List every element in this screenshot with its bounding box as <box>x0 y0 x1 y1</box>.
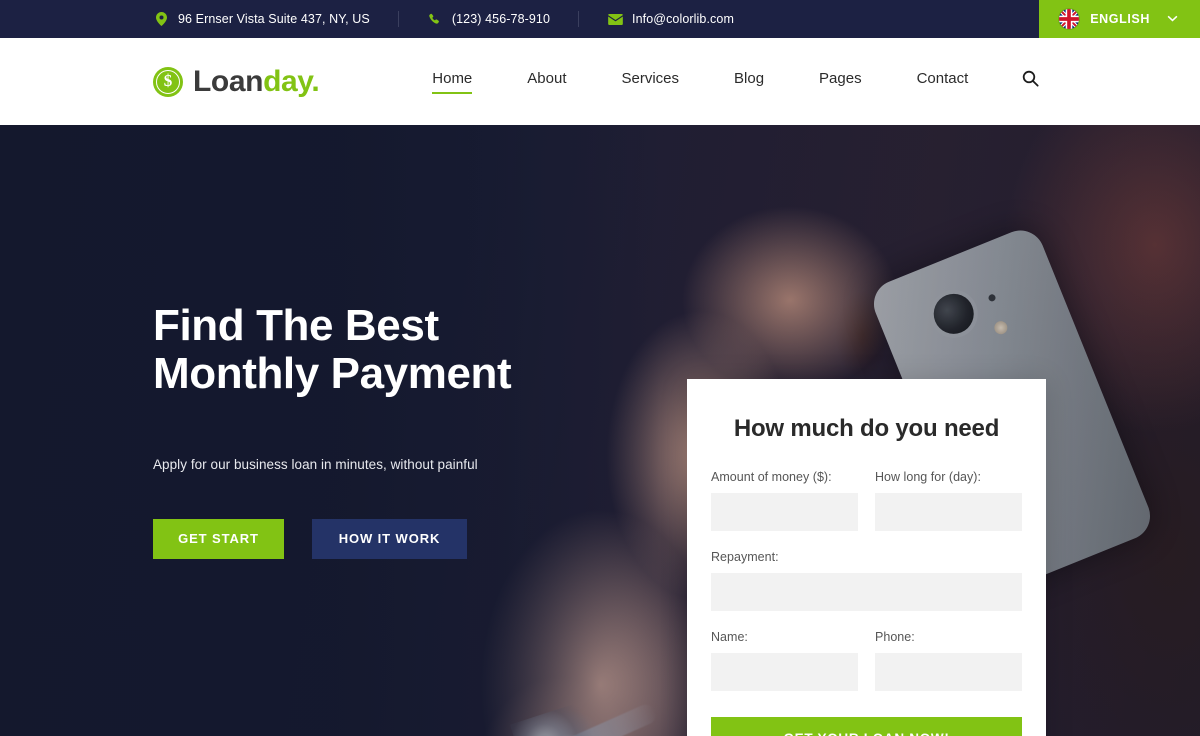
language-label: ENGLISH <box>1090 12 1150 26</box>
chevron-down-icon <box>1167 14 1178 25</box>
top-bar: 96 Ernser Vista Suite 437, NY, US (123) … <box>0 0 1200 38</box>
hero-button-group: GET START HOW IT WORK <box>153 518 673 559</box>
repayment-field[interactable] <box>711 573 1022 611</box>
topbar-divider-2 <box>578 11 580 27</box>
hero-title-line-1: Find The Best <box>153 301 439 351</box>
phone-field[interactable] <box>875 653 1022 691</box>
hero-subtitle: Apply for our business loan in minutes, … <box>153 456 478 472</box>
name-field[interactable] <box>711 653 858 691</box>
amount-field-label: Amount of money ($): <box>711 470 832 484</box>
how-it-work-button[interactable]: HOW IT WORK <box>312 518 467 559</box>
map-pin-icon <box>153 11 169 27</box>
top-bar-contact-group: 96 Ernser Vista Suite 437, NY, US (123) … <box>0 0 734 38</box>
name-field-label: Name: <box>711 630 748 644</box>
logo-text-primary: Loan <box>193 64 264 98</box>
phone-field-group: Phone: <box>875 630 1022 691</box>
amount-field[interactable] <box>711 493 858 531</box>
site-header: $ Loanday. Home About Services Blog Page… <box>0 38 1200 125</box>
name-field-group: Name: <box>711 630 858 691</box>
topbar-phone-text: (123) 456-78-910 <box>451 12 551 26</box>
form-title: How much do you need <box>733 415 1000 442</box>
nav-item-about[interactable]: About <box>527 70 566 94</box>
search-icon[interactable] <box>1022 70 1039 93</box>
hero-title-line-2: Monthly Payment <box>153 348 512 398</box>
nav-item-services[interactable]: Services <box>621 70 679 94</box>
nav-item-home[interactable]: Home <box>432 70 473 94</box>
language-selector[interactable]: ENGLISH <box>1039 0 1200 38</box>
repayment-field-label: Repayment: <box>711 550 779 564</box>
topbar-email[interactable]: Info@colorlib.com <box>607 0 734 38</box>
duration-field-label: How long for (day): <box>875 470 981 484</box>
hero-title: Find The Best Monthly Payment <box>153 302 673 396</box>
get-loan-submit-button[interactable]: GET YOUR LOAN NOW! <box>711 717 1022 736</box>
hero-content: Find The Best Monthly Payment Apply for … <box>153 125 673 736</box>
form-row-3: Name: Phone: <box>711 630 1022 710</box>
uk-flag-icon <box>1059 9 1080 29</box>
main-navigation: Home About Services Blog Pages Contact <box>432 70 968 94</box>
logo-text: Loanday. <box>193 64 320 99</box>
nav-item-blog[interactable]: Blog <box>734 70 764 94</box>
repayment-field-group: Repayment: <box>711 550 1022 611</box>
logo-text-accent: day. <box>263 64 320 98</box>
topbar-address: 96 Ernser Vista Suite 437, NY, US <box>153 0 370 38</box>
get-start-button[interactable]: GET START <box>153 518 284 559</box>
form-row-1: Amount of money ($): How long for (day): <box>711 470 1022 550</box>
topbar-address-text: 96 Ernser Vista Suite 437, NY, US <box>178 12 370 26</box>
dollar-coin-icon: $ <box>153 66 183 97</box>
envelope-icon <box>607 11 623 27</box>
loan-calculator-card: How much do you need Amount of money ($)… <box>687 379 1046 736</box>
duration-field[interactable] <box>875 493 1022 531</box>
topbar-phone[interactable]: (123) 456-78-910 <box>427 0 550 38</box>
nav-item-contact[interactable]: Contact <box>917 70 969 94</box>
duration-field-group: How long for (day): <box>875 470 1022 531</box>
phone-field-label: Phone: <box>875 630 915 644</box>
phone-icon <box>427 11 443 27</box>
hero-section: Find The Best Monthly Payment Apply for … <box>0 125 1200 736</box>
logo[interactable]: $ Loanday. <box>153 64 320 99</box>
nav-item-pages[interactable]: Pages <box>819 70 862 94</box>
topbar-email-text: Info@colorlib.com <box>632 12 734 26</box>
amount-field-group: Amount of money ($): <box>711 470 858 531</box>
topbar-divider-1 <box>397 11 399 27</box>
